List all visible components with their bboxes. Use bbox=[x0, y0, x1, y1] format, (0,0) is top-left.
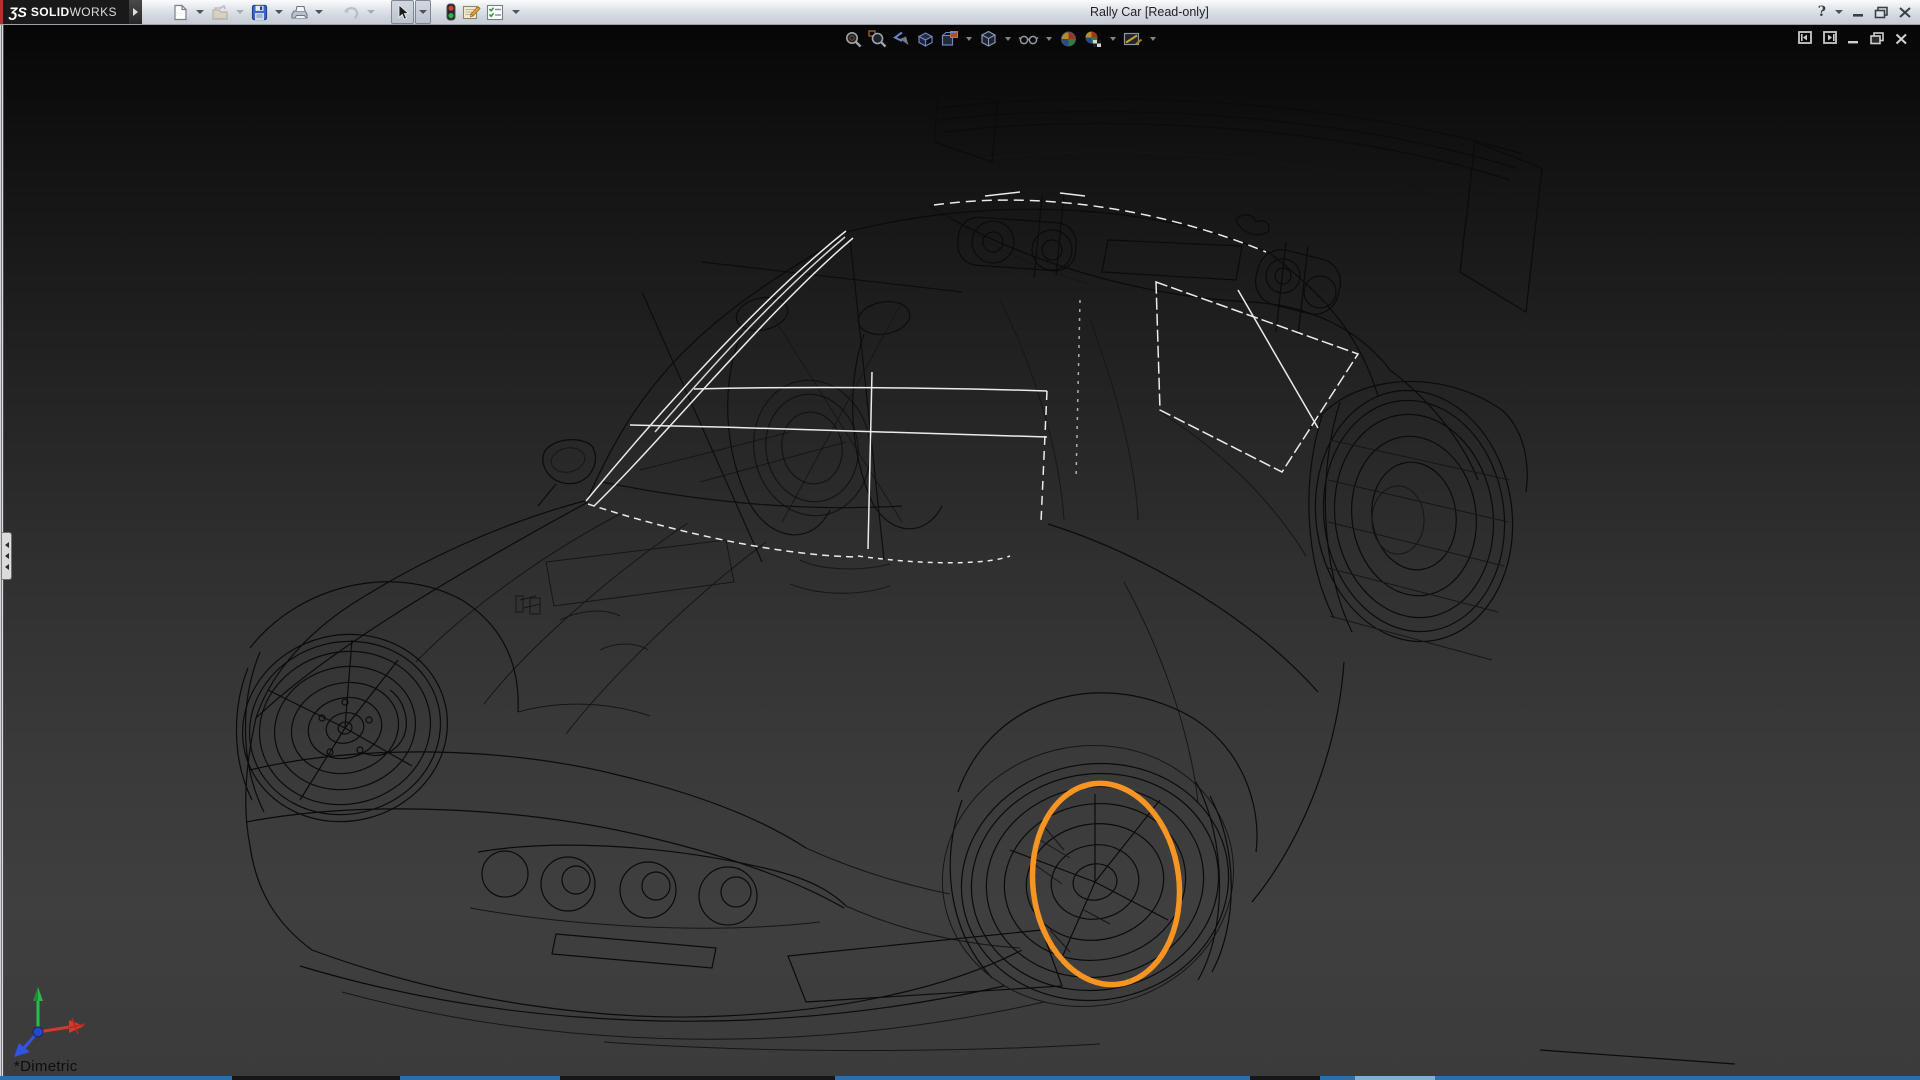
view-settings-dropdown[interactable] bbox=[1150, 37, 1156, 41]
document-window-controls bbox=[1798, 31, 1908, 50]
apply-scene-icon bbox=[1083, 30, 1103, 48]
brand-word: SOLIDWORKS bbox=[31, 6, 117, 18]
options-dropdown[interactable] bbox=[512, 10, 520, 14]
expand-arrow-icon bbox=[5, 553, 9, 559]
headsup-view-toolbar bbox=[843, 29, 1159, 49]
minimize-button[interactable] bbox=[1852, 0, 1865, 24]
edit-appearance-icon bbox=[1059, 30, 1078, 48]
pane-next-button[interactable] bbox=[1823, 31, 1838, 50]
undo-dropdown[interactable] bbox=[367, 10, 375, 14]
pane-next-icon bbox=[1823, 31, 1838, 45]
model-canvas[interactable] bbox=[0, 24, 1920, 1076]
pane-previous-button[interactable] bbox=[1798, 31, 1813, 50]
brand-mark: ƷS bbox=[9, 5, 27, 19]
minimize-icon bbox=[1848, 33, 1860, 45]
view-orientation-label: *Dimetric bbox=[14, 1058, 78, 1075]
zoom-to-area-button[interactable] bbox=[867, 29, 888, 49]
minimize-button[interactable] bbox=[1848, 32, 1860, 50]
open-document-icon bbox=[211, 4, 229, 21]
featuremanager-expand-handle[interactable] bbox=[2, 532, 12, 580]
select-tool-button[interactable] bbox=[391, 0, 414, 24]
solidworks-logo: ƷS SOLIDWORKS bbox=[0, 0, 129, 24]
print-dropdown[interactable] bbox=[315, 10, 323, 14]
new-document-icon bbox=[172, 4, 189, 21]
restore-button[interactable] bbox=[1870, 32, 1885, 50]
selection-highlight-circle[interactable] bbox=[1021, 775, 1191, 993]
titlebar: ƷS SOLIDWORKS bbox=[0, 0, 1920, 25]
hide-show-items-dropdown[interactable] bbox=[1046, 37, 1052, 41]
undo-button[interactable] bbox=[339, 1, 362, 23]
edit-appearance-button[interactable] bbox=[1058, 29, 1079, 49]
document-title: Rally Car [Read-only] bbox=[1090, 5, 1209, 19]
zoom-to-area-icon bbox=[868, 30, 887, 48]
view-orientation-button[interactable] bbox=[939, 29, 960, 49]
close-button[interactable] bbox=[1898, 0, 1912, 24]
restore-icon bbox=[1870, 32, 1885, 45]
app-window-controls: ? bbox=[1818, 0, 1912, 24]
section-view-button[interactable] bbox=[915, 29, 936, 49]
select-tool-dropdown[interactable] bbox=[415, 0, 431, 24]
orientation-triad bbox=[6, 984, 116, 1064]
options-checklist-icon bbox=[486, 4, 505, 21]
pane-previous-icon bbox=[1798, 31, 1813, 45]
save-dropdown[interactable] bbox=[275, 10, 283, 14]
view-orientation-icon bbox=[940, 30, 959, 48]
close-button[interactable] bbox=[1895, 32, 1908, 50]
apply-scene-button[interactable] bbox=[1082, 29, 1104, 49]
help-dropdown[interactable] bbox=[1835, 10, 1843, 14]
display-style-button[interactable] bbox=[978, 29, 999, 49]
menu-flyout-tab[interactable] bbox=[129, 0, 142, 24]
flyout-arrow-icon bbox=[133, 8, 138, 16]
new-document-dropdown[interactable] bbox=[196, 10, 204, 14]
zoom-to-fit-icon bbox=[844, 30, 863, 48]
new-document-button[interactable] bbox=[170, 1, 191, 23]
minimize-icon bbox=[1852, 6, 1865, 18]
display-states-button[interactable] bbox=[443, 1, 459, 23]
restore-icon bbox=[1874, 6, 1889, 19]
open-document-dropdown[interactable] bbox=[236, 10, 244, 14]
close-icon bbox=[1898, 6, 1912, 19]
previous-view-button[interactable] bbox=[891, 29, 912, 49]
zoom-to-fit-button[interactable] bbox=[843, 29, 864, 49]
display-style-icon bbox=[979, 30, 998, 48]
view-settings-icon bbox=[1123, 30, 1143, 48]
comment-button[interactable] bbox=[460, 1, 483, 23]
help-icon: ? bbox=[1818, 4, 1826, 20]
select-cursor-icon bbox=[394, 3, 411, 21]
graphics-viewport[interactable]: *Dimetric bbox=[0, 24, 1920, 1076]
car-wireframe bbox=[223, 95, 1735, 1064]
display-style-dropdown[interactable] bbox=[1005, 37, 1011, 41]
print-icon bbox=[290, 4, 308, 21]
expand-arrow-icon bbox=[5, 542, 9, 548]
print-button[interactable] bbox=[288, 1, 310, 23]
triad-origin bbox=[33, 1027, 43, 1037]
previous-view-icon bbox=[892, 30, 911, 48]
apply-scene-dropdown[interactable] bbox=[1110, 37, 1116, 41]
comment-sheet-icon bbox=[462, 3, 481, 21]
display-states-icon bbox=[445, 3, 457, 21]
restore-button[interactable] bbox=[1874, 0, 1889, 24]
undo-icon bbox=[341, 4, 360, 21]
save-button[interactable] bbox=[249, 1, 270, 23]
view-orientation-dropdown[interactable] bbox=[966, 37, 972, 41]
taskbar-edge-strip bbox=[0, 1076, 1920, 1080]
expand-arrow-icon bbox=[5, 564, 9, 570]
close-icon bbox=[1895, 33, 1908, 45]
help-button[interactable]: ? bbox=[1818, 0, 1826, 24]
hide-show-items-icon bbox=[1018, 30, 1039, 48]
open-document-button[interactable] bbox=[209, 1, 231, 23]
section-view-icon bbox=[916, 30, 935, 48]
save-icon bbox=[251, 4, 268, 21]
standard-toolbar bbox=[170, 0, 524, 24]
options-button[interactable] bbox=[484, 1, 507, 23]
hide-show-items-button[interactable] bbox=[1017, 29, 1040, 49]
view-settings-button[interactable] bbox=[1122, 29, 1144, 49]
